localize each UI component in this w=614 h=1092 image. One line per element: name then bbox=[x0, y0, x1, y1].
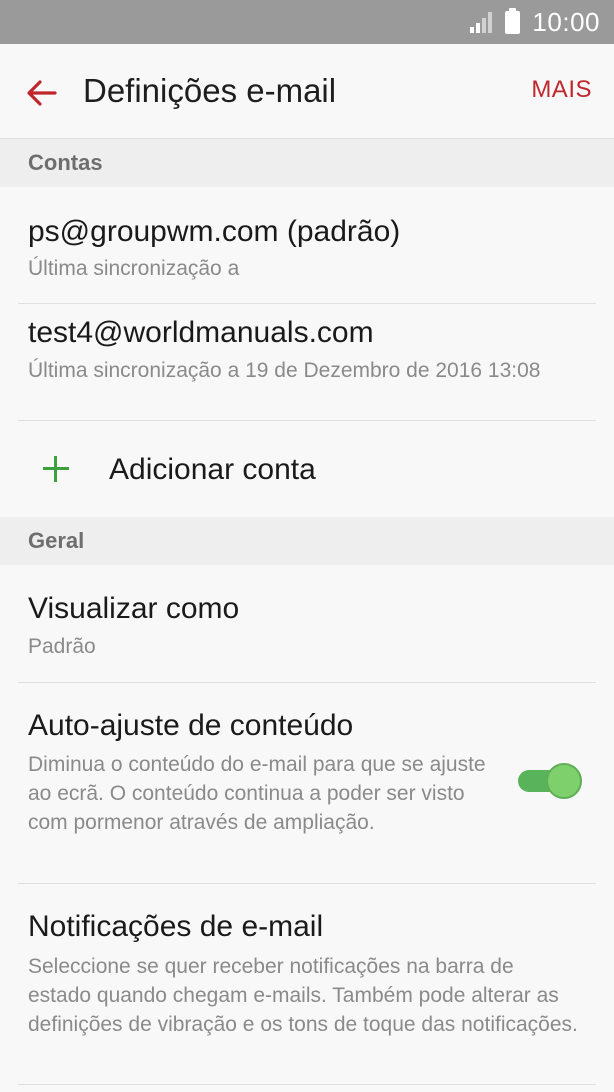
setting-view-as[interactable]: Visualizar como Padrão bbox=[0, 565, 614, 682]
account-item-default[interactable]: ps@groupwm.com (padrão) Última sincroniz… bbox=[0, 187, 614, 303]
clock: 10:00 bbox=[532, 6, 600, 37]
status-bar: 10:00 bbox=[0, 0, 614, 44]
account-sync-status: Última sincronização a bbox=[28, 257, 240, 280]
auto-fit-toggle[interactable] bbox=[518, 763, 582, 799]
setting-title: Auto-ajuste de conteúdo bbox=[28, 709, 354, 742]
setting-auto-fit-content[interactable]: Auto-ajuste de conteúdo Diminua o conteú… bbox=[0, 683, 614, 883]
setting-title: Visualizar como bbox=[28, 592, 240, 625]
plus-icon bbox=[42, 455, 70, 483]
section-header-accounts: Contas bbox=[0, 139, 614, 187]
setting-title: Notificações de e-mail bbox=[28, 910, 324, 943]
account-item-test4[interactable]: test4@worldmanuals.com Última sincroniza… bbox=[0, 304, 614, 420]
app-bar: Definições e-mail MAIS bbox=[0, 44, 614, 139]
setting-email-notifications[interactable]: Notificações de e-mail Seleccione se que… bbox=[0, 884, 614, 1084]
arrow-left-icon[interactable] bbox=[20, 71, 64, 115]
battery-icon bbox=[505, 7, 521, 34]
setting-value: Padrão bbox=[28, 635, 96, 658]
status-icons: 10:00 bbox=[469, 0, 600, 44]
more-button[interactable]: MAIS bbox=[531, 76, 592, 104]
section-header-general: Geral bbox=[0, 517, 614, 565]
toggle-thumb bbox=[546, 763, 582, 799]
divider bbox=[18, 1084, 596, 1085]
signal-icon bbox=[470, 12, 493, 33]
account-email: test4@worldmanuals.com bbox=[28, 316, 374, 349]
setting-description: Seleccione se quer receber notificações … bbox=[28, 955, 578, 1036]
add-account-button[interactable]: Adicionar conta bbox=[0, 421, 614, 517]
add-account-label: Adicionar conta bbox=[109, 453, 316, 486]
page-title: Definições e-mail bbox=[83, 72, 337, 109]
account-email: ps@groupwm.com (padrão) bbox=[28, 215, 401, 248]
setting-description: Diminua o conteúdo do e-mail para que se… bbox=[28, 753, 486, 834]
account-sync-status: Última sincronização a 19 de Dezembro de… bbox=[28, 359, 541, 382]
